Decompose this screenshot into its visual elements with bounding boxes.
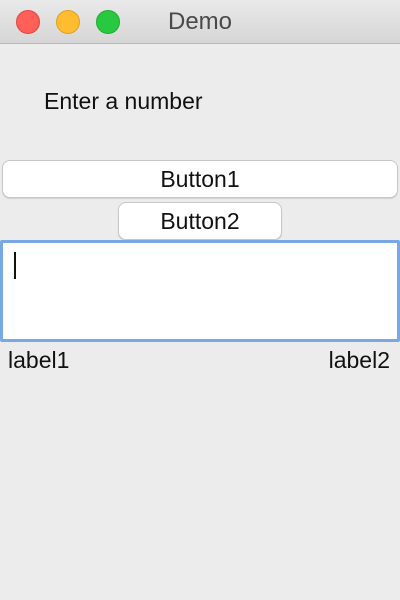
window-title: Demo	[167, 8, 233, 35]
prompt-label: Enter a number	[44, 88, 203, 114]
text-caret	[14, 252, 16, 279]
number-input[interactable]	[0, 240, 400, 342]
title-bar[interactable]: Demo	[0, 0, 400, 44]
app-window: Demo Enter a number Button1 Button2 labe…	[0, 0, 400, 600]
button-1[interactable]: Button1	[2, 160, 398, 198]
label-1: label1	[8, 347, 70, 373]
button-2[interactable]: Button2	[118, 202, 282, 240]
label-2: label2	[328, 347, 390, 373]
